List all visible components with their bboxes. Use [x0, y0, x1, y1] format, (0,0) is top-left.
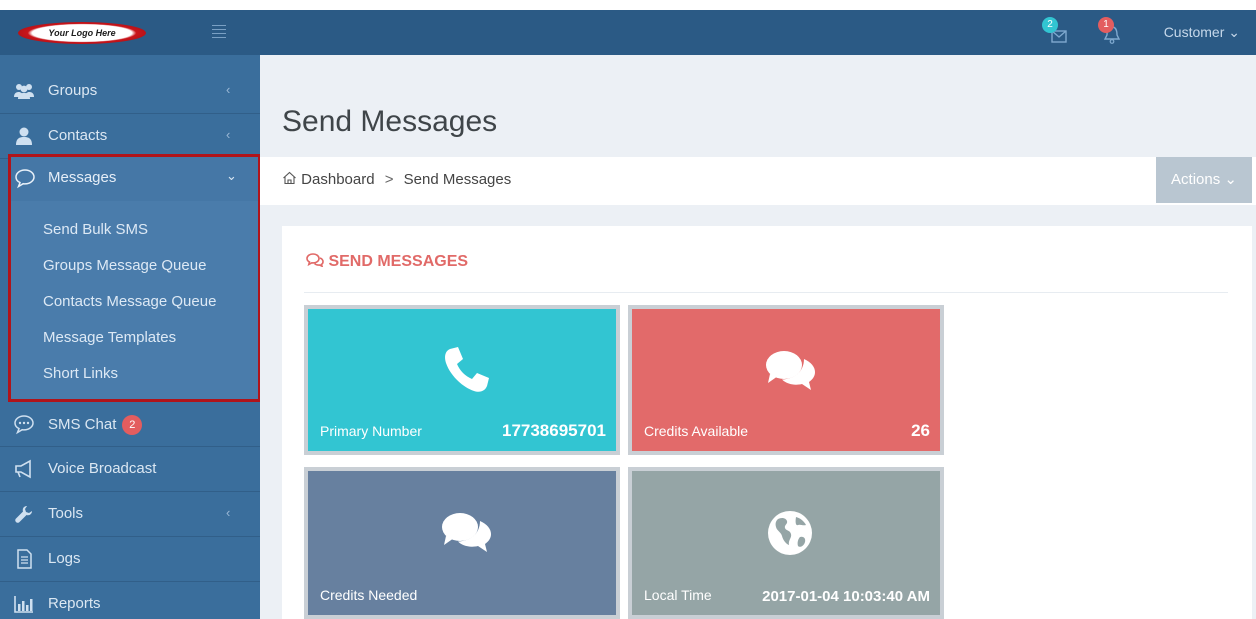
comments-icon	[306, 253, 324, 268]
comments-icon	[442, 513, 491, 552]
sidebar-item-voice-broadcast[interactable]: Voice Broadcast	[0, 447, 260, 492]
tile-label: Primary Number	[320, 423, 422, 439]
user-menu[interactable]: Customer ⌄	[1164, 10, 1240, 55]
tile-label: Credits Needed	[320, 587, 418, 603]
messages-icon[interactable]: 2	[1040, 17, 1068, 47]
menu-toggle-icon[interactable]	[212, 25, 226, 39]
actions-button[interactable]: Actions ⌄	[1156, 157, 1252, 203]
sidebar-item-label-wrap: SMS Chat 2	[48, 415, 143, 435]
bell-icon[interactable]: 1	[1098, 17, 1126, 47]
user-icon	[16, 127, 32, 145]
breadcrumb: Dashboard > Send Messages	[282, 171, 511, 188]
tile-credits-available: Credits Available 26	[628, 305, 944, 455]
users-icon	[14, 84, 34, 99]
tile-value: 17738695701	[501, 421, 606, 440]
sidebar-item-label: Logs	[48, 550, 81, 567]
sidebar-item-label: Voice Broadcast	[48, 460, 157, 477]
top-header: Your Logo Here 2 1 Customer ⌄	[0, 10, 1256, 55]
sidebar-item-label: Reports	[48, 595, 101, 612]
send-messages-card: SEND MESSAGES Primary Number 17738695701…	[282, 226, 1252, 619]
tile-value: 26	[911, 421, 930, 440]
sidebar-item-label: SMS Chat	[48, 416, 117, 433]
messages-badge: 2	[1042, 17, 1058, 33]
main-content: Send Messages Dashboard > Send Messages …	[260, 55, 1256, 619]
logo-text: Your Logo Here	[48, 28, 116, 38]
sidebar-item-sms-chat[interactable]: SMS Chat 2	[0, 402, 260, 447]
page-title: Send Messages	[282, 105, 498, 138]
tile-local-time: Local Time 2017-01-04 10:03:40 AM	[628, 467, 944, 619]
megaphone-icon	[15, 459, 31, 479]
breadcrumb-current: Send Messages	[403, 171, 512, 188]
chevron-left-icon: ‹	[226, 505, 231, 520]
breadcrumb-dashboard[interactable]: Dashboard	[301, 171, 374, 188]
notifications-badge: 1	[1098, 17, 1114, 33]
logo-area: Your Logo Here	[0, 10, 260, 55]
card-title: SEND MESSAGES	[306, 253, 468, 271]
comments-icon	[766, 351, 815, 390]
globe-icon	[768, 511, 812, 555]
tile-credits-needed: Credits Needed	[304, 467, 620, 619]
tile-label: Local Time	[644, 587, 712, 603]
sidebar: Groups ‹ Contacts ‹ Messages ⌄ Send Bulk…	[0, 55, 260, 619]
sidebar-item-groups[interactable]: Groups ‹	[0, 69, 260, 114]
card-title-text: SEND MESSAGES	[328, 253, 469, 270]
breadcrumb-bar: Dashboard > Send Messages Actions ⌄	[260, 157, 1256, 205]
highlight-frame	[8, 154, 260, 402]
chat-badge: 2	[122, 415, 143, 435]
sidebar-item-logs[interactable]: Logs	[0, 537, 260, 582]
top-strip	[0, 0, 1256, 10]
document-icon	[17, 549, 32, 569]
chat-icon	[14, 415, 34, 435]
breadcrumb-separator: >	[384, 171, 394, 188]
chevron-left-icon: ‹	[226, 82, 231, 97]
sidebar-item-reports[interactable]: Reports	[0, 582, 260, 619]
tile-primary-number: Primary Number 17738695701	[304, 305, 620, 455]
home-icon	[283, 171, 296, 185]
tile-value: 2017-01-04 10:03:40 AM	[762, 588, 930, 605]
sidebar-item-label: Groups	[48, 82, 98, 99]
divider	[304, 292, 1228, 293]
bar-chart-icon	[14, 596, 33, 613]
sidebar-item-label: Contacts	[48, 127, 108, 144]
sidebar-item-label: Tools	[48, 505, 84, 522]
chevron-left-icon: ‹	[226, 127, 231, 142]
phone-icon	[445, 347, 489, 392]
sidebar-item-contacts[interactable]: Contacts ‹	[0, 114, 260, 159]
wrench-icon	[15, 506, 32, 523]
tile-label: Credits Available	[644, 423, 749, 439]
sidebar-item-tools[interactable]: Tools ‹	[0, 492, 260, 537]
